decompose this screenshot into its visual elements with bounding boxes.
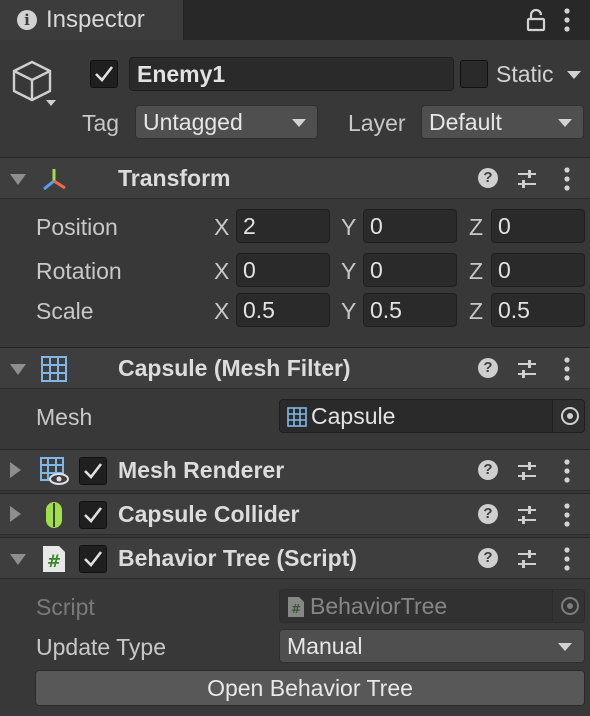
axis-x-label[interactable]: X [214, 214, 229, 241]
component-title: Capsule Collider [118, 501, 300, 527]
rotation-y-field[interactable]: 0 [363, 253, 457, 287]
object-picker-icon [561, 407, 579, 425]
component-title: Behavior Tree (Script) [118, 545, 358, 571]
capsule-collider-enabled-checkbox[interactable] [79, 501, 107, 529]
open-behavior-tree-button[interactable]: Open Behavior Tree [35, 670, 585, 706]
preset-icon[interactable] [516, 358, 538, 380]
script-icon: # [43, 546, 65, 572]
preset-icon[interactable] [516, 548, 538, 570]
chevron-down-icon [558, 119, 572, 127]
mesh-renderer-icon [40, 457, 69, 485]
tag-value: Untagged [143, 109, 243, 135]
help-icon[interactable]: ? [478, 548, 498, 568]
component-menu-icon[interactable] [560, 501, 574, 529]
preset-icon[interactable] [516, 460, 538, 482]
tag-dropdown[interactable]: Untagged [135, 105, 318, 139]
component-title: Capsule (Mesh Filter) [118, 355, 351, 381]
axis-z-label[interactable]: Z [469, 298, 483, 325]
tab-inspector[interactable]: i Inspector [0, 0, 184, 40]
mesh-renderer-header[interactable]: Mesh Renderer ? [0, 449, 590, 491]
mesh-filter-header[interactable]: Capsule (Mesh Filter) ? [0, 347, 590, 389]
static-dropdown-icon[interactable] [567, 71, 581, 79]
static-label[interactable]: Static [496, 61, 554, 88]
help-icon[interactable]: ? [478, 168, 498, 188]
mesh-value: Capsule [311, 403, 396, 429]
mesh-renderer-enabled-checkbox[interactable] [79, 457, 107, 485]
scale-z-field[interactable]: 0.5 [491, 293, 585, 327]
capsule-collider-icon [46, 502, 62, 528]
mesh-label: Mesh [36, 404, 93, 430]
update-type-value: Manual [287, 633, 363, 659]
axis-z-label[interactable]: Z [469, 214, 483, 241]
foldout-arrow-icon[interactable] [10, 174, 26, 185]
behavior-tree-enabled-checkbox[interactable] [79, 545, 107, 573]
axis-y-label[interactable]: Y [341, 298, 356, 325]
tab-bar: i Inspector [0, 0, 590, 40]
axis-x-label[interactable]: X [214, 258, 229, 285]
object-picker-icon [561, 597, 579, 615]
transform-header[interactable]: Transform ? [0, 157, 590, 199]
tag-label: Tag [82, 110, 120, 136]
scale-x-field[interactable]: 0.5 [236, 293, 330, 327]
mesh-asset-icon [287, 407, 307, 427]
mesh-object-field[interactable]: Capsule [279, 399, 585, 433]
help-icon[interactable]: ? [478, 358, 498, 378]
foldout-arrow-icon[interactable] [10, 554, 26, 565]
preset-icon[interactable] [516, 168, 538, 190]
position-label: Position [36, 214, 118, 240]
static-checkbox[interactable] [460, 60, 488, 88]
object-picker-button[interactable] [552, 400, 584, 432]
scale-label: Scale [36, 298, 94, 324]
svg-text:#: # [291, 602, 301, 616]
object-picker-button [552, 590, 584, 622]
update-type-label: Update Type [36, 634, 167, 660]
tab-title: Inspector [46, 6, 145, 33]
capsule-collider-header[interactable]: Capsule Collider ? [0, 493, 590, 535]
component-menu-icon[interactable] [560, 165, 574, 193]
axis-x-label[interactable]: X [214, 298, 229, 325]
info-icon: i [17, 10, 37, 30]
component-menu-icon[interactable] [560, 457, 574, 485]
layer-dropdown[interactable]: Default [421, 105, 584, 139]
rotation-x-field[interactable]: 0 [236, 253, 330, 287]
foldout-arrow-icon[interactable] [10, 462, 21, 478]
component-menu-icon[interactable] [560, 355, 574, 383]
axis-y-label[interactable]: Y [341, 258, 356, 285]
script-value: BehaviorTree [310, 593, 448, 619]
layer-label: Layer [348, 110, 406, 136]
gameobject-cube-icon[interactable] [10, 58, 56, 110]
lock-icon[interactable] [526, 8, 546, 32]
component-title: Mesh Renderer [118, 457, 285, 483]
preset-icon[interactable] [516, 504, 538, 526]
script-label: Script [36, 594, 95, 620]
help-icon[interactable]: ? [478, 504, 498, 524]
axis-z-label[interactable]: Z [469, 258, 483, 285]
chevron-down-icon [292, 119, 306, 127]
gameobject-name-field[interactable]: Enemy1 [129, 57, 454, 91]
behavior-tree-header[interactable]: # Behavior Tree (Script) ? [0, 537, 590, 579]
foldout-arrow-icon[interactable] [10, 506, 21, 522]
script-asset-icon: # [288, 597, 304, 617]
transform-icon [43, 169, 66, 191]
mesh-filter-icon [41, 356, 67, 382]
script-object-field: # BehaviorTree [279, 589, 585, 623]
scale-y-field[interactable]: 0.5 [363, 293, 457, 327]
rotation-z-field[interactable]: 0 [491, 253, 585, 287]
svg-text:#: # [47, 552, 61, 572]
update-type-dropdown[interactable]: Manual [279, 629, 585, 663]
rotation-label: Rotation [36, 258, 122, 284]
axis-y-label[interactable]: Y [341, 214, 356, 241]
component-menu-icon[interactable] [560, 545, 574, 573]
position-x-field[interactable]: 2 [236, 209, 330, 243]
layer-value: Default [429, 109, 502, 135]
chevron-down-icon [558, 643, 572, 651]
foldout-arrow-icon[interactable] [10, 364, 26, 375]
position-y-field[interactable]: 0 [363, 209, 457, 243]
gameobject-active-checkbox[interactable] [90, 60, 118, 88]
position-z-field[interactable]: 0 [491, 209, 585, 243]
component-title: Transform [118, 165, 231, 191]
help-icon[interactable]: ? [478, 460, 498, 480]
tab-menu-icon[interactable] [560, 6, 574, 34]
